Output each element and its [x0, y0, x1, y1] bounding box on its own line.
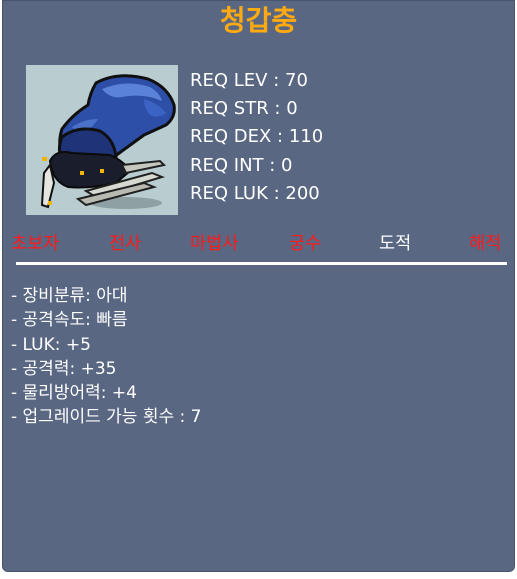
- job-bowman: 궁수: [289, 234, 322, 254]
- req-dex: REQ DEX : 110: [190, 126, 324, 148]
- job-thief: 도적: [379, 234, 412, 254]
- item-name: 청갑충: [219, 4, 298, 37]
- requirements-list: REQ LEV : 70 REQ STR : 0 REQ DEX : 110 R…: [190, 67, 323, 208]
- req-str: REQ STR : 0: [190, 98, 298, 120]
- job-row: 초보자 전사 마법사 궁수 도적 해적: [3, 230, 516, 256]
- item-icon-frame: [26, 65, 178, 215]
- stats-list: - 장비분류: 아대 - 공격속도: 빠름 - LUK: +5 - 공격력: +…: [11, 284, 201, 430]
- stat-upgrades: - 업그레이드 가능 횟수 : 7: [11, 407, 202, 428]
- item-tooltip: 청갑충 REQ LEV : 70 REQ STR: 0 REQ DEX: 1…: [2, 0, 515, 572]
- stat-category: - 장비분류: 아대: [11, 286, 128, 306]
- job-warrior: 전사: [109, 234, 142, 254]
- job-magician: 마법사: [190, 234, 239, 254]
- stat-defense: - 물리방어력: +4: [11, 383, 137, 404]
- blue-beetle-claw-icon: [40, 74, 176, 209]
- divider: [16, 262, 507, 265]
- stat-luk: - LUK: +5: [11, 334, 91, 355]
- job-pirate: 해적: [469, 234, 502, 254]
- job-beginner: 초보자: [11, 234, 60, 254]
- stat-attack-speed: - 공격속도: 빠름: [11, 310, 128, 331]
- req-luk: REQ LUK : 200: [190, 182, 320, 204]
- req-level: REQ LEV : 70: [190, 70, 308, 91]
- req-int: REQ INT : 0: [190, 154, 293, 176]
- stat-attack: - 공격력: +35: [11, 358, 117, 379]
